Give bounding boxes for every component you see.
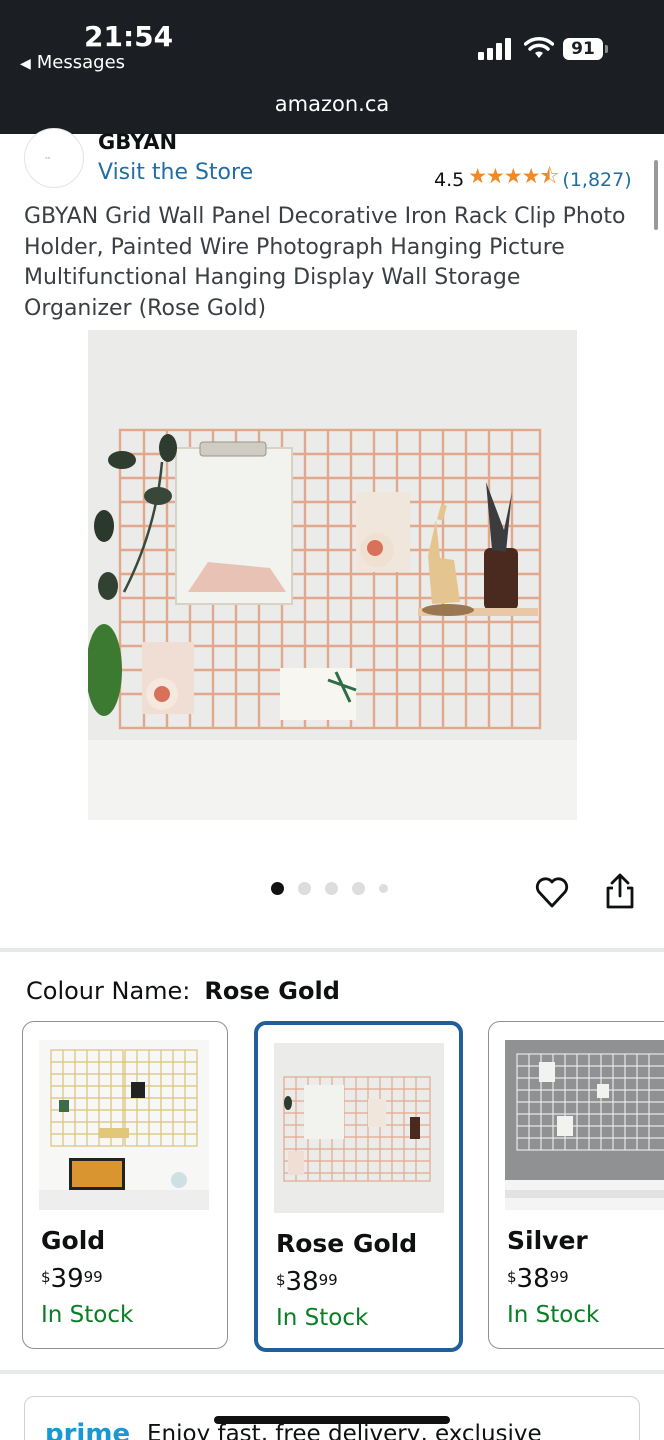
section-divider	[0, 948, 664, 952]
home-indicator[interactable]	[214, 1416, 450, 1424]
page-dot[interactable]	[325, 882, 338, 895]
share-icon[interactable]	[604, 872, 636, 910]
currency-symbol: $	[41, 1268, 51, 1286]
prime-logo: prime	[45, 1419, 131, 1440]
store-logo[interactable]: ◦◦	[24, 128, 84, 188]
section-divider	[0, 1370, 664, 1374]
stock-status: In Stock	[507, 1302, 600, 1328]
variant-price: $3999	[41, 1264, 103, 1294]
back-arrow-icon: ◀	[20, 56, 31, 72]
back-label: Messages	[36, 52, 126, 73]
scrollbar[interactable]	[654, 160, 658, 230]
variant-card-gold[interactable]: Gold $3999 In Stock	[22, 1021, 228, 1349]
variant-name: Silver	[507, 1226, 588, 1255]
variant-name: Rose Gold	[276, 1229, 418, 1258]
brand-name: GBYAN	[98, 130, 178, 154]
star-rating-icon: ★★★★⯪	[468, 164, 559, 188]
rating-value: 4.5	[434, 168, 465, 191]
variant-price: $3899	[276, 1267, 338, 1297]
stock-status: In Stock	[41, 1302, 134, 1328]
price-fraction: 99	[318, 1271, 338, 1289]
variant-card-rose-gold[interactable]: Rose Gold $3899 In Stock	[254, 1021, 463, 1352]
wifi-icon	[524, 37, 554, 58]
colour-label-text: Colour Name:	[26, 977, 191, 1005]
gallery-pagination[interactable]	[271, 882, 388, 895]
cellular-signal-icon	[478, 38, 512, 60]
grid-panel-photo	[88, 330, 577, 820]
variant-price: $3899	[507, 1264, 569, 1294]
review-count-link[interactable]: (1,827)	[562, 169, 631, 191]
page-dot[interactable]	[298, 882, 311, 895]
visit-store-link[interactable]: Visit the Store	[98, 160, 253, 185]
page-dot[interactable]	[379, 884, 388, 893]
variant-name: Gold	[41, 1226, 106, 1255]
variant-thumbnail	[274, 1043, 444, 1213]
colour-name-label: Colour Name: Rose Gold	[26, 977, 340, 1005]
currency-symbol: $	[507, 1268, 517, 1286]
product-title: GBYAN Grid Wall Panel Decorative Iron Ra…	[24, 204, 626, 321]
rating-summary[interactable]: 4.5 ★★★★⯪ (1,827)	[434, 162, 632, 197]
selected-colour: Rose Gold	[204, 977, 340, 1005]
back-to-messages[interactable]: ◀ Messages	[20, 52, 125, 73]
heart-icon[interactable]	[534, 874, 570, 910]
currency-symbol: $	[276, 1271, 286, 1289]
status-bar: 21:54 ◀ Messages 91 amazon.ca	[0, 0, 664, 134]
variant-thumbnail	[39, 1040, 209, 1210]
variant-thumbnail	[505, 1040, 664, 1210]
page-dot[interactable]	[352, 882, 365, 895]
variant-card-silver[interactable]: Silver $3899 In Stock	[488, 1021, 664, 1349]
clock: 21:54	[84, 20, 174, 53]
url-bar[interactable]: amazon.ca	[0, 92, 664, 116]
price-whole: 38	[516, 1264, 550, 1294]
product-image[interactable]	[88, 330, 577, 820]
page-dot[interactable]	[271, 882, 284, 895]
price-whole: 39	[50, 1264, 84, 1294]
price-whole: 38	[285, 1267, 319, 1297]
battery-icon: 91	[563, 38, 608, 60]
price-fraction: 99	[83, 1268, 103, 1286]
price-fraction: 99	[549, 1268, 569, 1286]
stock-status: In Stock	[276, 1305, 369, 1331]
